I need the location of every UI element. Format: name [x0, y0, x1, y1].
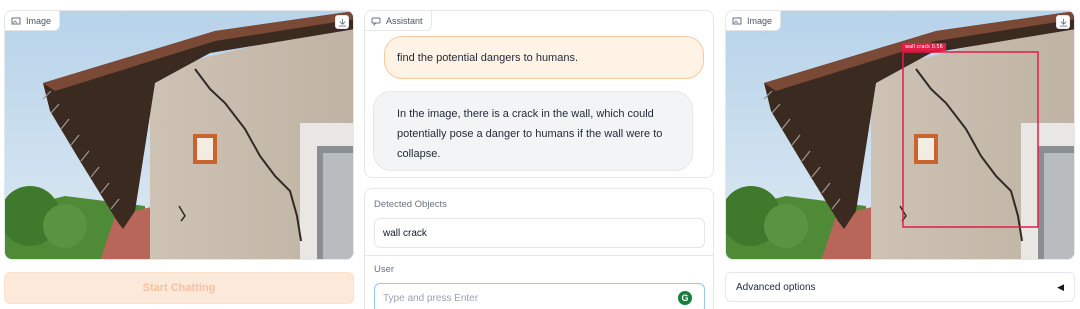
- user-input-placeholder: Type and press Enter: [383, 292, 479, 304]
- image-label-chip: Image: [5, 11, 61, 31]
- start-chatting-button[interactable]: Start Chatting: [4, 272, 354, 304]
- grammarly-icon[interactable]: G: [678, 291, 692, 305]
- image-icon: [732, 17, 742, 24]
- detected-objects-field[interactable]: wall crack: [374, 218, 705, 248]
- annotated-wall-photo: [726, 11, 1074, 259]
- user-label: User: [374, 264, 395, 275]
- bot-message-text: In the image, there is a crack in the wa…: [397, 108, 663, 160]
- controls-panel: Detected Objects wall crack User Type an…: [364, 188, 714, 309]
- detected-objects-label: Detected Objects: [374, 199, 447, 210]
- user-message-text: find the potential dangers to humans.: [397, 51, 579, 64]
- download-icon: [338, 18, 346, 27]
- image-label: Image: [747, 15, 773, 26]
- user-input[interactable]: Type and press Enter G: [374, 283, 705, 309]
- download-icon: [1059, 18, 1067, 27]
- advanced-options-toggle[interactable]: Advanced options ◀: [725, 272, 1075, 302]
- image-icon: [11, 17, 21, 24]
- download-button[interactable]: [1056, 15, 1070, 29]
- right-image-panel: wall crack 0.56 Image: [725, 10, 1075, 260]
- wall-photo: [5, 11, 353, 259]
- download-button[interactable]: [335, 15, 349, 29]
- divider: [365, 255, 713, 256]
- left-image-panel: Image: [4, 10, 354, 260]
- detection-label: wall crack 0.56: [902, 43, 946, 51]
- assistant-panel: Assistant find the potential dangers to …: [364, 10, 714, 178]
- triangle-left-icon: ◀: [1057, 281, 1064, 292]
- image-label-chip: Image: [726, 11, 782, 31]
- image-label: Image: [26, 15, 52, 26]
- chat-icon: [371, 17, 381, 26]
- user-message: find the potential dangers to humans.: [384, 36, 704, 79]
- advanced-options-label: Advanced options: [736, 281, 816, 293]
- bot-message: In the image, there is a crack in the wa…: [373, 91, 693, 171]
- assistant-label: Assistant: [386, 15, 423, 26]
- assistant-label-chip: Assistant: [365, 11, 432, 31]
